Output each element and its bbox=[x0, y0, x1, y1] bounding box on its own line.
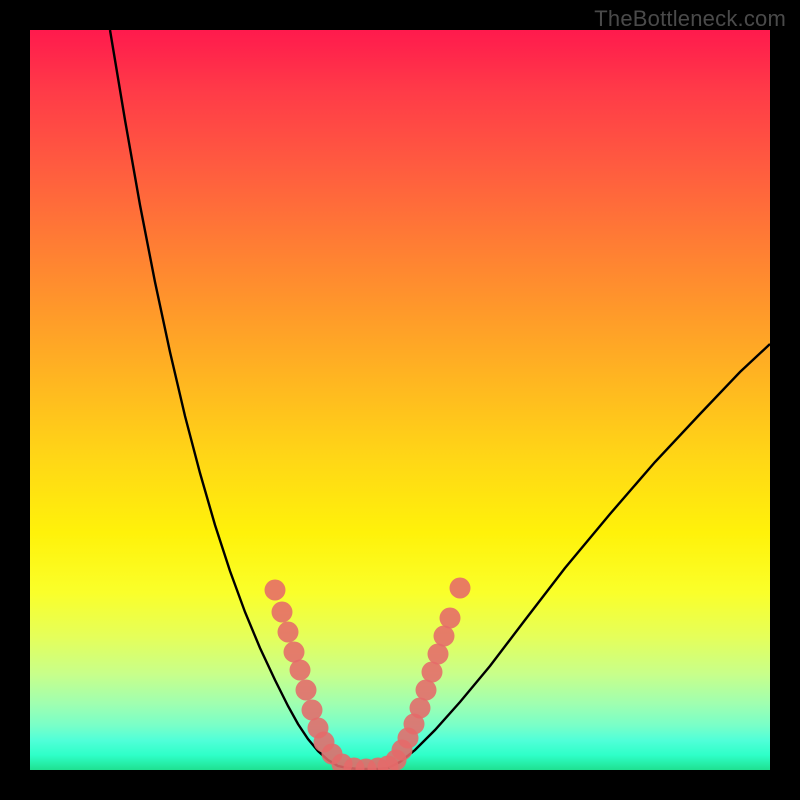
data-marker bbox=[278, 622, 299, 643]
outer-frame: TheBottleneck.com bbox=[0, 0, 800, 800]
plot-area bbox=[30, 30, 770, 770]
data-marker bbox=[290, 660, 311, 681]
data-marker bbox=[450, 578, 471, 599]
data-marker bbox=[434, 626, 455, 647]
marker-group bbox=[265, 578, 471, 771]
data-marker bbox=[265, 580, 286, 601]
data-marker bbox=[428, 644, 449, 665]
data-marker bbox=[416, 680, 437, 701]
data-marker bbox=[296, 680, 317, 701]
data-marker bbox=[422, 662, 443, 683]
watermark-text: TheBottleneck.com bbox=[594, 6, 786, 32]
data-marker bbox=[302, 700, 323, 721]
chart-svg bbox=[30, 30, 770, 770]
data-marker bbox=[284, 642, 305, 663]
data-marker bbox=[440, 608, 461, 629]
data-marker bbox=[272, 602, 293, 623]
data-marker bbox=[410, 698, 431, 719]
